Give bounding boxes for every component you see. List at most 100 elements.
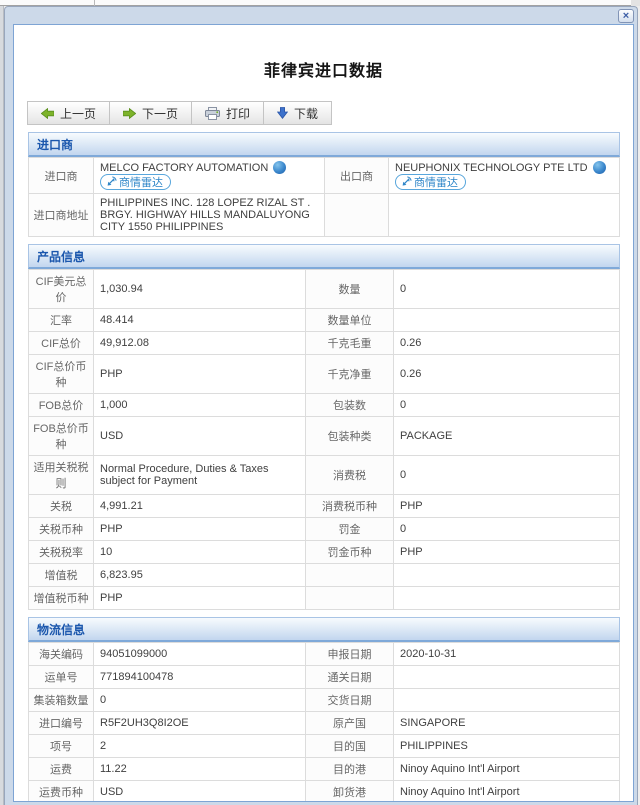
field-label: 海关编码 (29, 643, 94, 666)
field-label: 增值税币种 (29, 587, 94, 610)
field-value: Normal Procedure, Duties & Taxes subject… (94, 456, 306, 495)
field-label: 通关日期 (306, 666, 394, 689)
field-label (306, 564, 394, 587)
field-value: 2020-10-31 (394, 643, 620, 666)
logistics-info-table: 海关编码94051099000申报日期2020-10-31运单号77189410… (28, 642, 620, 802)
field-value: PHP (94, 355, 306, 394)
field-value: Ninoy Aquino Int'l Airport (394, 781, 620, 803)
table-row: 关税币种PHP罚金0 (29, 518, 620, 541)
print-label: 打印 (226, 105, 250, 122)
next-page-label: 下一页 (142, 105, 178, 122)
importer-section: 进口商 进口商 MELCO FACTORY AUTOMATION商情雷达 出口商… (28, 132, 620, 237)
field-label: 项号 (29, 735, 94, 758)
field-value: 4,991.21 (94, 495, 306, 518)
field-value: 1,030.94 (94, 270, 306, 309)
printer-icon (205, 107, 220, 120)
field-value (394, 309, 620, 332)
radar-badge-button[interactable]: 商情雷达 (100, 174, 171, 190)
field-label: 关税 (29, 495, 94, 518)
field-label: 汇率 (29, 309, 94, 332)
importer-section-header: 进口商 (28, 132, 620, 157)
field-label: 运费币种 (29, 781, 94, 803)
field-value (394, 587, 620, 610)
field-label: CIF总价币种 (29, 355, 94, 394)
field-value: 0 (394, 270, 620, 309)
field-label: 原产国 (306, 712, 394, 735)
field-label (306, 587, 394, 610)
field-label: 进口编号 (29, 712, 94, 735)
field-value: USD (94, 417, 306, 456)
field-label: FOB总价 (29, 394, 94, 417)
table-row: 适用关税税则Normal Procedure, Duties & Taxes s… (29, 456, 620, 495)
field-value: PHP (94, 518, 306, 541)
table-row: 运单号771894100478通关日期 (29, 666, 620, 689)
field-label: 运费 (29, 758, 94, 781)
dialog-titlebar: × (5, 7, 637, 24)
field-label (325, 194, 389, 237)
field-label: CIF总价 (29, 332, 94, 355)
close-button[interactable]: × (618, 9, 634, 23)
table-row: 海关编码94051099000申报日期2020-10-31 (29, 643, 620, 666)
field-value: 6,823.95 (94, 564, 306, 587)
table-row: 集装箱数量0交货日期 (29, 689, 620, 712)
radar-icon (400, 176, 412, 188)
download-label: 下载 (294, 105, 318, 122)
field-value: 771894100478 (94, 666, 306, 689)
table-row: 项号2目的国PHILIPPINES (29, 735, 620, 758)
field-value: PHP (394, 495, 620, 518)
exporter-name: NEUPHONIX TECHNOLOGY PTE LTD (395, 162, 588, 174)
importer-name: MELCO FACTORY AUTOMATION (100, 162, 268, 174)
field-label: 千克毛重 (306, 332, 394, 355)
field-value: SINGAPORE (394, 712, 620, 735)
field-value: 2 (94, 735, 306, 758)
next-page-button[interactable]: 下一页 (110, 101, 192, 125)
field-value: 94051099000 (94, 643, 306, 666)
field-label: 目的国 (306, 735, 394, 758)
field-label: 集装箱数量 (29, 689, 94, 712)
field-value: 0.26 (394, 355, 620, 394)
prev-page-button[interactable]: 上一页 (27, 101, 110, 125)
field-value: 11.22 (94, 758, 306, 781)
radar-badge-label: 商情雷达 (119, 174, 163, 190)
field-label: 进口商 (29, 158, 94, 194)
field-label: 目的港 (306, 758, 394, 781)
field-value: 10 (94, 541, 306, 564)
table-row: FOB总价币种USD包装种类PACKAGE (29, 417, 620, 456)
field-label: 千克净重 (306, 355, 394, 394)
field-label: 罚金币种 (306, 541, 394, 564)
product-info-table: CIF美元总价1,030.94数量0汇率48.414数量单位CIF总价49,91… (28, 269, 620, 610)
field-label: 适用关税税则 (29, 456, 94, 495)
field-value (394, 666, 620, 689)
globe-icon[interactable] (593, 161, 606, 174)
download-button[interactable]: 下载 (264, 101, 332, 125)
product-info-section-header: 产品信息 (28, 244, 620, 269)
importer-table: 进口商 MELCO FACTORY AUTOMATION商情雷达 出口商 NEU… (28, 157, 620, 237)
field-value: 49,912.08 (94, 332, 306, 355)
field-label: 交货日期 (306, 689, 394, 712)
page-title: 菲律宾进口数据 (14, 57, 633, 81)
radar-badge-button[interactable]: 商情雷达 (395, 174, 466, 190)
field-value (394, 689, 620, 712)
arrow-left-icon (41, 108, 54, 119)
logistics-info-section-header: 物流信息 (28, 617, 620, 642)
field-value: 0 (394, 394, 620, 417)
table-row: 运费币种USD卸货港Ninoy Aquino Int'l Airport (29, 781, 620, 803)
table-row: CIF总价币种PHP千克净重0.26 (29, 355, 620, 394)
table-row: 关税4,991.21消费税币种PHP (29, 495, 620, 518)
field-label: 消费税币种 (306, 495, 394, 518)
field-value: 48.414 (94, 309, 306, 332)
radar-icon (105, 176, 117, 188)
field-label: 数量 (306, 270, 394, 309)
dialog-body: 菲律宾进口数据 上一页 下一页 打印 下载 (13, 24, 634, 802)
table-row: CIF美元总价1,030.94数量0 (29, 270, 620, 309)
field-label: 关税税率 (29, 541, 94, 564)
field-label: FOB总价币种 (29, 417, 94, 456)
field-value: Ninoy Aquino Int'l Airport (394, 758, 620, 781)
globe-icon[interactable] (273, 161, 286, 174)
field-label: 运单号 (29, 666, 94, 689)
table-row: CIF总价49,912.08千克毛重0.26 (29, 332, 620, 355)
field-label: 罚金 (306, 518, 394, 541)
radar-badge-label: 商情雷达 (414, 174, 458, 190)
print-button[interactable]: 打印 (192, 101, 264, 125)
product-info-section: 产品信息 CIF美元总价1,030.94数量0汇率48.414数量单位CIF总价… (28, 244, 620, 610)
